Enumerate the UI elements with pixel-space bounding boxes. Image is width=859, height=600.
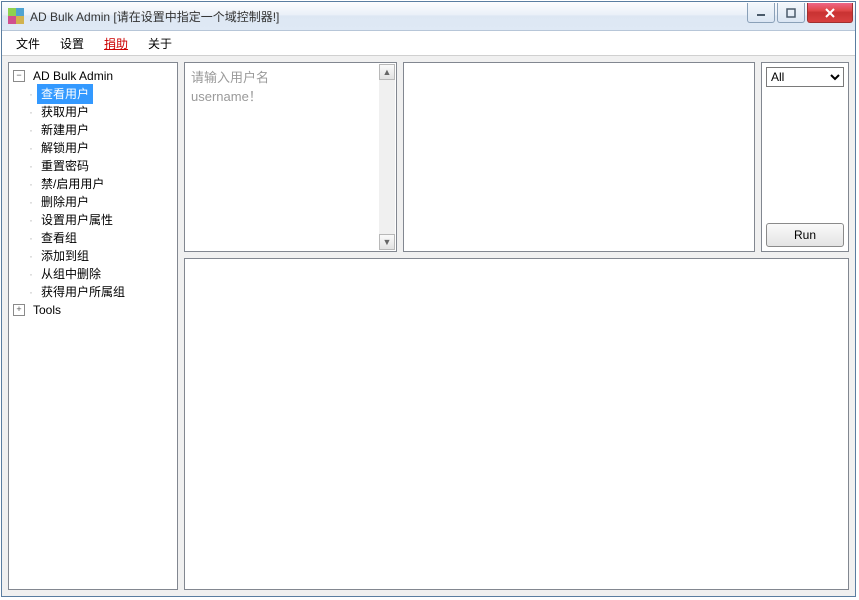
tree-item-label: 添加到组 — [37, 246, 93, 266]
tree-item-label: 重置密码 — [37, 156, 93, 176]
results-panel — [184, 258, 849, 590]
tree-node-tools[interactable]: + Tools — [11, 301, 175, 319]
minimize-icon — [756, 8, 766, 18]
run-button[interactable]: Run — [766, 223, 844, 247]
close-button[interactable] — [807, 3, 853, 23]
tree-item-label: 禁/启用用户 — [37, 174, 108, 194]
tree-item[interactable]: ·新建用户 — [11, 121, 175, 139]
tree-item[interactable]: ·重置密码 — [11, 157, 175, 175]
tree-item[interactable]: ·查看用户 — [11, 85, 175, 103]
collapse-icon[interactable]: − — [13, 70, 25, 82]
client-area: − AD Bulk Admin ·查看用户·获取用户·新建用户·解锁用户·重置密… — [2, 56, 855, 596]
middle-panel — [403, 62, 755, 252]
menu-file[interactable]: 文件 — [6, 33, 50, 54]
nav-tree: − AD Bulk Admin ·查看用户·获取用户·新建用户·解锁用户·重置密… — [11, 67, 175, 319]
tree-item-label: 删除用户 — [37, 192, 93, 212]
expand-icon[interactable]: + — [13, 304, 25, 316]
app-icon — [8, 8, 24, 24]
tree-item[interactable]: ·解锁用户 — [11, 139, 175, 157]
tree-item[interactable]: ·获取用户 — [11, 103, 175, 121]
tree-item[interactable]: ·查看组 — [11, 229, 175, 247]
tree-tools-label: Tools — [29, 300, 65, 320]
tree-item[interactable]: ·禁/启用用户 — [11, 175, 175, 193]
window-title: AD Bulk Admin [请在设置中指定一个域控制器!] — [30, 8, 279, 25]
tree-item-label: 获取用户 — [37, 102, 93, 122]
tree-item-label: 设置用户属性 — [37, 210, 117, 230]
tree-item-label: 获得用户所属组 — [37, 282, 129, 302]
minimize-button[interactable] — [747, 3, 775, 23]
menu-donate[interactable]: 捐助 — [94, 33, 138, 54]
menu-settings[interactable]: 设置 — [50, 33, 94, 54]
right-column: ▲ ▼ All Run — [184, 62, 849, 590]
menubar: 文件 设置 捐助 关于 — [2, 31, 855, 56]
tree-root-label: AD Bulk Admin — [29, 66, 117, 86]
action-panel: All Run — [761, 62, 849, 252]
input-scrollbar[interactable]: ▲ ▼ — [379, 64, 395, 250]
username-input-panel: ▲ ▼ — [184, 62, 397, 252]
scroll-down-icon[interactable]: ▼ — [379, 234, 395, 250]
menu-about[interactable]: 关于 — [138, 33, 182, 54]
top-row: ▲ ▼ All Run — [184, 62, 849, 252]
tree-item-label: 查看用户 — [37, 84, 93, 104]
tree-item-label: 从组中删除 — [37, 264, 105, 284]
tree-item[interactable]: ·设置用户属性 — [11, 211, 175, 229]
filter-select[interactable]: All — [766, 67, 844, 87]
tree-item[interactable]: ·获得用户所属组 — [11, 283, 175, 301]
scroll-up-icon[interactable]: ▲ — [379, 64, 395, 80]
maximize-icon — [786, 8, 796, 18]
tree-item[interactable]: ·添加到组 — [11, 247, 175, 265]
app-window: AD Bulk Admin [请在设置中指定一个域控制器!] 文件 设置 捐助 … — [1, 1, 856, 597]
titlebar[interactable]: AD Bulk Admin [请在设置中指定一个域控制器!] — [2, 2, 855, 31]
tree-item-label: 查看组 — [37, 228, 81, 248]
window-controls — [745, 3, 853, 23]
tree-node-root[interactable]: − AD Bulk Admin — [11, 67, 175, 85]
close-icon — [824, 8, 836, 18]
username-input[interactable] — [185, 63, 396, 251]
tree-item[interactable]: ·删除用户 — [11, 193, 175, 211]
tree-item-label: 解锁用户 — [37, 138, 93, 158]
tree-panel: − AD Bulk Admin ·查看用户·获取用户·新建用户·解锁用户·重置密… — [8, 62, 178, 590]
tree-item-label: 新建用户 — [37, 120, 93, 140]
tree-item[interactable]: ·从组中删除 — [11, 265, 175, 283]
maximize-button[interactable] — [777, 3, 805, 23]
